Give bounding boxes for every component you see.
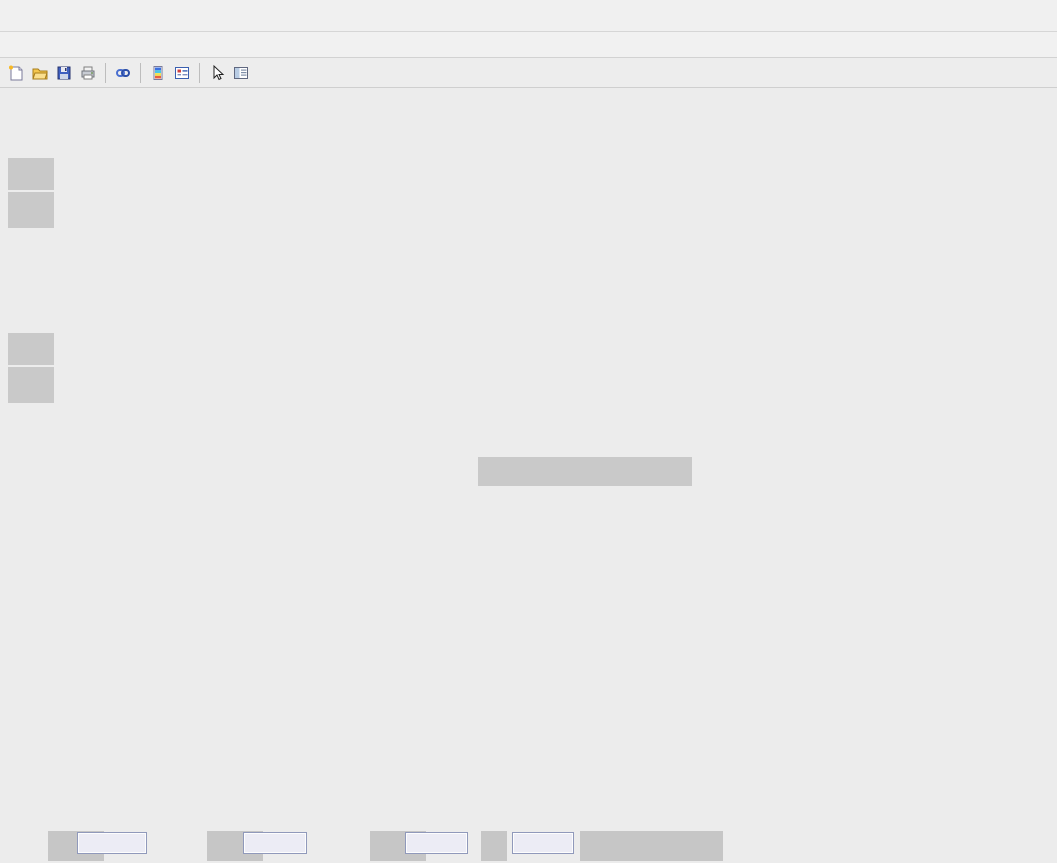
toolbar-separator xyxy=(105,63,106,83)
window-controls xyxy=(967,0,1047,31)
insert-colorbar-icon[interactable] xyxy=(146,61,170,85)
link-plot-icon[interactable] xyxy=(111,61,135,85)
toolbar xyxy=(0,58,1057,88)
insert-legend-icon[interactable] xyxy=(170,61,194,85)
toolbar-separator xyxy=(199,63,200,83)
ratio-value-field[interactable] xyxy=(512,832,574,854)
percent-label-box xyxy=(580,831,723,861)
menubar xyxy=(0,32,1057,58)
label-roh xyxy=(8,158,54,190)
fn-value-field[interactable] xyxy=(243,832,307,854)
toolbar-separator xyxy=(140,63,141,83)
open-folder-icon[interactable] xyxy=(28,61,52,85)
equals-label-box xyxy=(481,831,507,861)
fp-value-field[interactable] xyxy=(77,832,147,854)
label-sig xyxy=(8,192,54,228)
f-value-field[interactable] xyxy=(405,832,468,854)
print-icon[interactable] xyxy=(76,61,100,85)
label-vorv xyxy=(8,333,54,365)
label-ekg xyxy=(8,367,54,403)
property-editor-icon[interactable] xyxy=(229,61,253,85)
save-icon[interactable] xyxy=(52,61,76,85)
new-file-icon[interactable] xyxy=(4,61,28,85)
qrs-detektion-plot-title xyxy=(478,457,692,486)
titlebar xyxy=(0,0,1057,32)
edit-plot-arrow-icon[interactable] xyxy=(205,61,229,85)
